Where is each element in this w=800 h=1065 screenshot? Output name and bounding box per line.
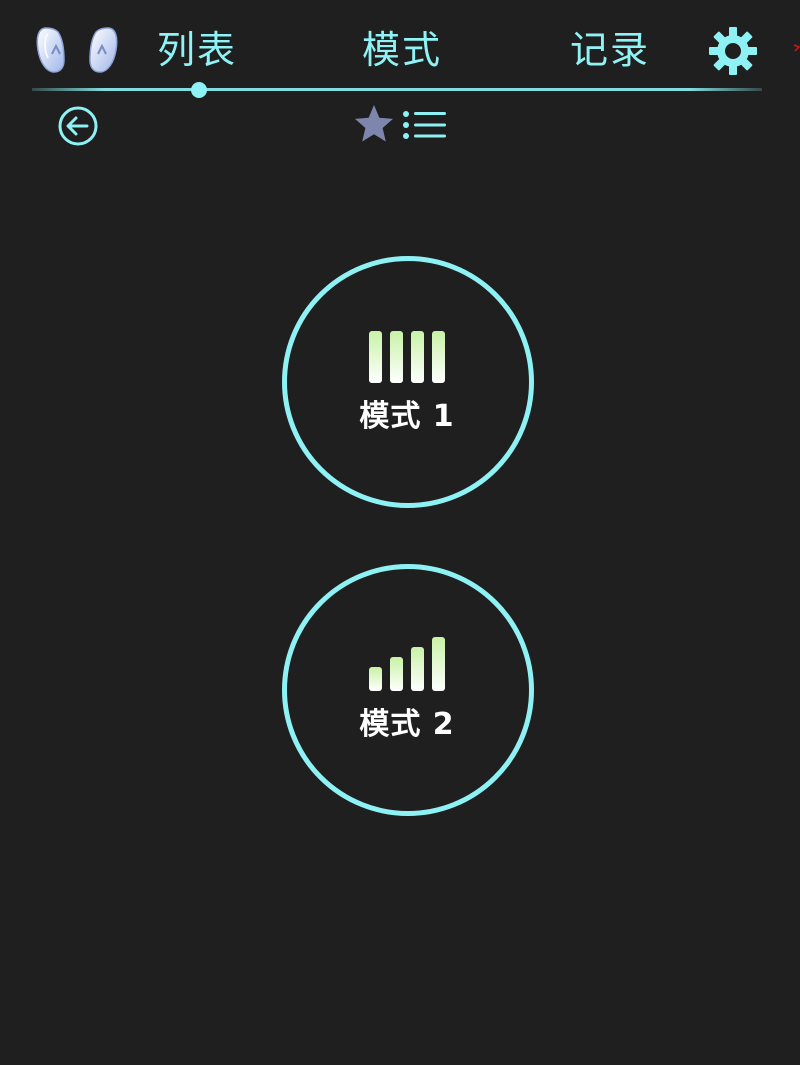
signal-bars-icon <box>369 637 445 691</box>
edge-mark-icon <box>793 44 800 52</box>
star-icon[interactable] <box>353 103 395 145</box>
tab-record[interactable]: 记录 <box>570 22 650 78</box>
tab-indicator-dot <box>191 82 207 98</box>
tab-mode[interactable]: 模式 <box>362 22 442 78</box>
mode-1-label: 模式 1 <box>359 399 455 434</box>
app-screen: 列表 模式 记录 模式 1 模式 2 <box>0 0 800 1065</box>
mode-2-label: 模式 2 <box>359 707 455 742</box>
equal-bars-icon <box>369 331 445 383</box>
mode-1-button[interactable]: 模式 1 <box>282 256 534 508</box>
list-icon[interactable] <box>402 110 448 140</box>
back-arrow-icon[interactable] <box>57 105 99 147</box>
tab-list[interactable]: 列表 <box>157 22 237 78</box>
earbuds-icon[interactable] <box>36 24 118 76</box>
gear-icon[interactable] <box>706 24 760 78</box>
mode-2-button[interactable]: 模式 2 <box>282 564 534 816</box>
tab-indicator-line <box>32 88 762 91</box>
